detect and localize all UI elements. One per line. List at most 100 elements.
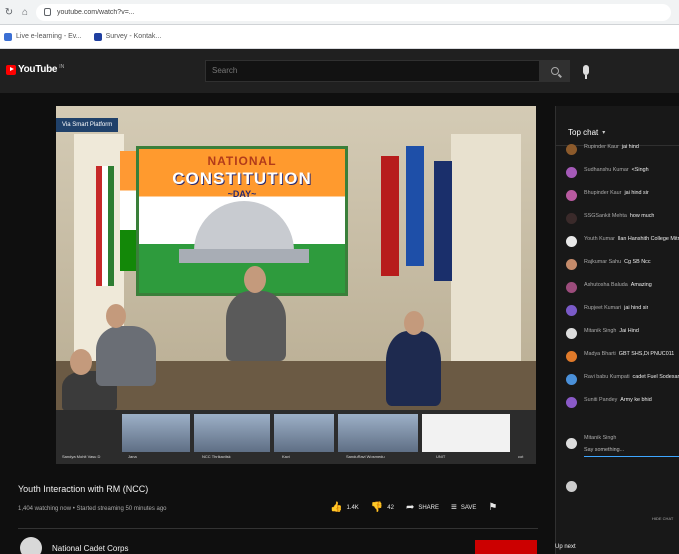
hide-chat-button[interactable]: HIDE CHAT [652,516,673,521]
chat-message-body: Mitanik Singh Jai Hind [584,328,639,335]
chat-message-body: Rajkumar Sahu Cg SB Ncc [584,259,651,266]
video-meta: 1,404 watching now • Started streaming 5… [18,506,167,512]
youtube-wordmark: YouTube [18,64,58,75]
channel-name[interactable]: National Cadet Corps [52,544,128,553]
save-button[interactable]: ≡ SAVE [451,503,476,513]
reload-icon[interactable]: ↻ [4,7,14,18]
user-avatar [566,438,577,449]
channel-avatar[interactable] [20,537,42,554]
chat-author-avatar [566,236,577,247]
lock-icon [44,8,51,16]
chat-message: SSGSankit Mehta how much [566,213,679,224]
chat-author: Youth Kumar [584,236,615,242]
participant-label: UNIT [436,454,446,459]
chat-input-underline [584,456,679,457]
url-field[interactable]: youtube.com/watch?v=... [36,3,671,21]
chat-message: Suniti Pandey Army ke bhid [566,397,679,408]
chat-author-avatar [566,282,577,293]
share-label: SHARE [418,505,439,511]
chat-author-avatar [566,374,577,385]
participant-label: Sandya Mohit Vasu D [62,454,101,459]
home-icon[interactable]: ⌂ [20,7,30,18]
chat-message: Ashutosha Baluda Amazing [566,282,679,293]
flag-icon: ⚑ [488,502,498,513]
chat-author-avatar [566,144,577,155]
chevron-down-icon: ▾ [602,130,606,136]
chat-header[interactable]: Top chat ▾ [556,106,679,146]
bookmark-label: Live e-learning - Ev... [16,33,82,40]
chat-message: Rajkumar Sahu Cg SB Ncc [566,259,679,270]
participant-thumbnail [422,414,510,452]
constitution-day-banner: NATIONAL CONSTITUTION ~DAY~ [136,146,348,296]
chat-message-body: Suniti Pandey Army ke bhid [584,397,652,404]
participant-thumbnail [338,414,418,452]
subscribe-button[interactable] [475,540,537,554]
participant [226,291,286,361]
banner-line-2: CONSTITUTION [172,169,312,188]
playlist-add-icon: ≡ [451,502,457,513]
chat-message-body: Bhupinder Kaur jai hind sir [584,190,649,197]
flag [381,156,399,276]
chat-author-avatar [566,259,577,270]
dislike-count: 42 [387,505,394,511]
bookmarks-bar: Live e-learning - Ev... Survey - Kontak.… [0,25,679,49]
browser-address-bar: ↻ ⌂ youtube.com/watch?v=... [0,0,679,25]
bookmark-label: Survey - Kontak... [105,33,162,40]
participant-thumbnail [274,414,334,452]
youtube-header: YouTube IN Search [0,49,679,93]
chat-mode-label: Top chat [568,128,599,137]
participant-label: Jana [128,454,137,459]
flag [406,146,424,266]
bookmark-item[interactable]: Live e-learning - Ev... [4,32,82,41]
participant-strip: Sandya Mohit Vasu D Jana NCC Thrikavilsk… [56,410,536,464]
video-player[interactable]: NATIONAL CONSTITUTION ~DAY~ Via Smart Pl… [56,106,536,464]
thumbs-down-icon: 👎 [370,502,384,513]
search-input[interactable]: Search [205,60,540,82]
chat-input-area[interactable]: Mitanik Singh Say something... [566,432,679,462]
chat-text: <Singh [631,167,649,173]
share-button[interactable]: ➦ SHARE [406,503,439,513]
chat-author: Rupinder Kaur [584,144,619,150]
like-button[interactable]: 👍 1.4K [330,503,359,513]
chat-author-avatar [566,305,577,316]
participant [96,326,156,386]
participant-head [70,349,92,375]
flag-button[interactable]: ⚑ [488,503,497,513]
flag [434,161,452,281]
video-title: Youth Interaction with RM (NCC) [18,484,149,494]
emoji-icon[interactable] [566,481,577,492]
participant-label: SanduRavi Wosmedu [346,454,385,459]
chat-author: Mitanik Singh [584,328,617,334]
chat-message-body: Madya Bharti GBT SHS,Di PNUC011 [584,351,674,358]
chat-author: Ashutosha Baluda [584,282,628,288]
chat-message-body: Sudhanshu Kumar <Singh [584,167,649,174]
chat-text: jai hind [621,144,639,150]
chat-author: Rajkumar Sahu [584,259,622,265]
live-chat-panel: Top chat ▾ Rupinder Kaur jai hind Sudhansh… [555,106,679,554]
divider [18,528,538,529]
chat-message-body: Rupjeet Kumari jai hind sir [584,305,648,312]
chat-text: Army ke bhid [620,397,652,403]
screen: ↻ ⌂ youtube.com/watch?v=... Live e-learn… [0,0,679,554]
microphone-icon[interactable] [583,65,589,79]
chat-text: llan Hanshith College Mitra Jai hind sir [617,236,679,242]
participant-head [404,311,424,335]
chat-author-avatar [566,328,577,339]
search-button[interactable] [540,60,570,82]
chat-author-avatar [566,167,577,178]
up-next-heading: Up next [555,544,576,550]
dislike-button[interactable]: 👎 42 [371,503,394,513]
chat-input[interactable]: Say something... [584,447,624,453]
youtube-play-icon [6,64,16,75]
participant-label: NCC Thrikavilsk [202,454,231,459]
chat-message: Ravi babu Kumpaticadet Fuel Sodexam,ua J… [566,374,679,385]
bookmark-item[interactable]: Survey - Kontak... [93,32,162,41]
chat-text: jai hind sir [624,305,649,311]
chat-author-avatar [566,213,577,224]
chat-author-avatar [566,397,577,408]
chat-author: SSGSankit Mehta [584,213,627,219]
chat-message: Sudhanshu Kumar <Singh [566,167,679,178]
youtube-logo[interactable]: YouTube IN [6,64,64,75]
participant-label: Kavi [282,454,290,459]
chat-author: Ravi babu Kumpati [584,374,630,380]
